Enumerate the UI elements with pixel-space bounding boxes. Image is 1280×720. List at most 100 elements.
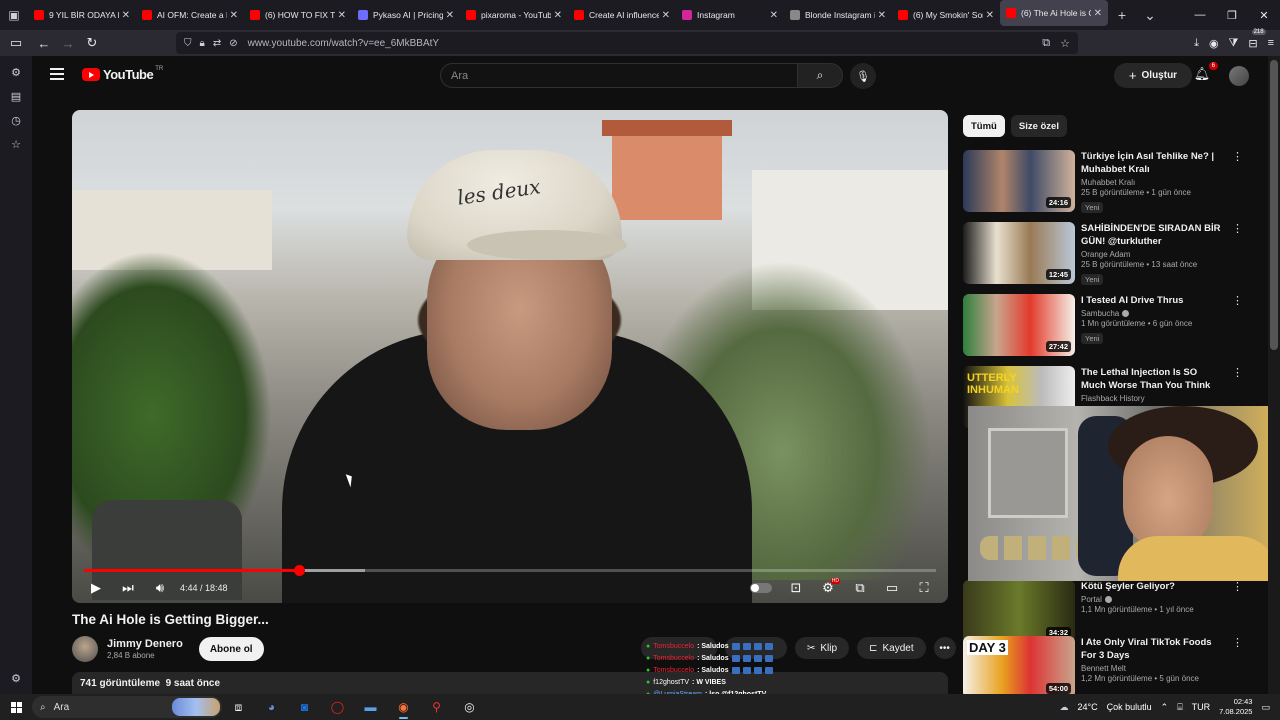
video-channel[interactable]: Bennett Melt	[1081, 664, 1126, 673]
scrollbar-thumb[interactable]	[1270, 60, 1278, 350]
more-actions-button[interactable]: •••	[933, 637, 956, 659]
tab-close-icon[interactable]: ✕	[1094, 8, 1102, 19]
progress-bar[interactable]	[84, 565, 936, 576]
close-window-button[interactable]: ✕	[1248, 0, 1280, 30]
sidebar-toggle-icon[interactable]: ▭	[4, 31, 28, 55]
fullscreen-button[interactable]: ⛶	[908, 576, 940, 600]
tray-overflow-icon[interactable]: ⌃	[1161, 702, 1169, 713]
opera-icon[interactable]: ◯	[321, 694, 354, 720]
channel-name[interactable]: Jimmy Denero	[107, 638, 183, 650]
miniplayer-button[interactable]: ⧉	[844, 576, 876, 600]
synced-tabs-icon[interactable]: ▤	[0, 84, 32, 108]
video-thumbnail[interactable]: 27:42	[963, 294, 1075, 356]
video-thumbnail[interactable]: 34:32	[963, 580, 1075, 642]
hamburger-menu-icon[interactable]	[50, 68, 64, 80]
more-options-icon[interactable]: ⋮	[1232, 580, 1243, 593]
sidebar-settings-icon[interactable]: ⚙	[0, 666, 32, 690]
volume-button[interactable]: 🔊︎	[144, 576, 176, 600]
filter-chip[interactable]: Size özel	[1010, 115, 1067, 137]
filter-chip[interactable]: Tümü	[963, 115, 1005, 137]
youtube-logo[interactable]: YouTube TR	[82, 66, 163, 82]
keyboard-language[interactable]: TUR	[1192, 702, 1211, 712]
recommended-video[interactable]: DAY 3 54:00 I Ate Only Viral TikTok Foods …	[963, 636, 1243, 694]
permissions-icon[interactable]: ⇄	[213, 38, 221, 49]
tab-close-icon[interactable]: ✕	[446, 10, 454, 21]
create-button[interactable]: + Oluştur	[1114, 63, 1192, 88]
voice-search-button[interactable]: 🎙︎	[850, 63, 876, 89]
tab-close-icon[interactable]: ✕	[122, 10, 130, 21]
video-thumbnail[interactable]: 12:45	[963, 222, 1075, 284]
video-title[interactable]: I Ate Only Viral TikTok Foods For 3 Days	[1081, 636, 1221, 662]
extensions-icon[interactable]: ⧩	[1229, 37, 1239, 50]
network-icon[interactable]: ⌸	[1177, 702, 1182, 713]
account-icon[interactable]: ◉	[1209, 37, 1219, 50]
video-title[interactable]: Türkiye İçin Asıl Tehlike Ne? | Muhabbet…	[1081, 150, 1221, 176]
recommended-video[interactable]: 27:42 I Tested AI Drive Thrus Sambucha 1 Mn…	[963, 294, 1243, 360]
shield-icon[interactable]: ⛉	[184, 38, 192, 49]
video-player[interactable]: les deux ▶ ⏭︎ 🔊︎ 4:44 / 18:48 ⊡ ⚙ HD ⧉ ▭ …	[72, 110, 948, 603]
new-tab-button[interactable]: +	[1108, 7, 1136, 23]
video-title[interactable]: I Tested AI Drive Thrus	[1081, 294, 1221, 307]
download-icon[interactable]: ⤓	[1194, 37, 1199, 50]
video-thumbnail[interactable]: 24:16	[963, 150, 1075, 212]
picture-in-picture-icon[interactable]: ⧉	[1042, 37, 1050, 50]
history-icon[interactable]: ◷	[0, 108, 32, 132]
task-view-icon[interactable]: ⧈	[222, 694, 255, 720]
tab-overflow-chevron-icon[interactable]: ⌄	[1136, 7, 1164, 24]
back-button[interactable]: ←	[32, 31, 56, 55]
video-title[interactable]: The Lethal Injection Is SO Much Worse Th…	[1081, 366, 1221, 392]
page-scrollbar[interactable]	[1268, 56, 1280, 694]
video-title[interactable]: SAHİBİNDEN'DE SIRADAN BİR GÜN! @turkluth…	[1081, 222, 1221, 248]
maps-pin-icon[interactable]: ⚲	[420, 694, 453, 720]
taskbar-search[interactable]: ⌕ Ara	[32, 696, 222, 718]
tab-close-icon[interactable]: ✕	[338, 10, 346, 21]
browser-tab[interactable]: AI OFM: Create a Pe✕	[136, 0, 244, 30]
tab-close-icon[interactable]: ✕	[770, 10, 778, 21]
notification-center-icon[interactable]: ▭	[1261, 702, 1270, 713]
scrubber-handle[interactable]	[293, 565, 305, 576]
forward-button[interactable]: →	[56, 31, 80, 55]
search-input[interactable]: Ara	[440, 63, 798, 88]
browser-tab[interactable]: Pykaso AI | Pricing ✕	[352, 0, 460, 30]
outlook-icon[interactable]: ◙	[288, 694, 321, 720]
obs-icon[interactable]: ◎	[453, 694, 486, 720]
weather-temp[interactable]: 24°C	[1078, 702, 1098, 712]
subtitles-button[interactable]: ⊡	[780, 576, 812, 600]
browser-tab[interactable]: (6) My Smokin' Son ✕	[892, 0, 1000, 30]
search-button[interactable]: ⌕	[797, 63, 843, 88]
browser-tab[interactable]: Blonde Instagram in ✕	[784, 0, 892, 30]
more-options-icon[interactable]: ⋮	[1232, 636, 1243, 649]
file-explorer-icon[interactable]: ▬	[354, 694, 387, 720]
video-channel[interactable]: Muhabbet Kralı	[1081, 178, 1135, 187]
video-thumbnail[interactable]: DAY 3 54:00	[963, 636, 1075, 694]
more-options-icon[interactable]: ⋮	[1232, 294, 1243, 307]
browser-tab[interactable]: (6) The Ai Hole is G ✕	[1000, 0, 1108, 26]
video-channel[interactable]: Sambucha	[1081, 309, 1119, 318]
url-text[interactable]: www.youtube.com/watch?v=ee_6MkBBAtY	[248, 38, 439, 49]
minimize-button[interactable]: —	[1184, 0, 1216, 30]
extension-badge-icon[interactable]: ⊟ 218	[1248, 28, 1266, 50]
browser-tab[interactable]: pixaroma - YouTube ✕	[460, 0, 568, 30]
weather-desc[interactable]: Çok bulutlu	[1107, 702, 1152, 712]
subscribe-button[interactable]: Abone ol	[198, 637, 264, 661]
bookmarks-icon[interactable]: ☆	[0, 132, 32, 156]
clock[interactable]: 02:43 7.08.2025	[1219, 697, 1252, 717]
tab-list-button[interactable]: ▣	[0, 0, 28, 30]
video-channel[interactable]: Portal	[1081, 595, 1102, 604]
ai-chatbot-icon[interactable]: ⚙︎	[0, 60, 32, 84]
start-button[interactable]	[0, 694, 32, 720]
tab-close-icon[interactable]: ✕	[662, 10, 670, 21]
browser-tab[interactable]: (6) HOW TO FIX THI✕	[244, 0, 352, 30]
tab-close-icon[interactable]: ✕	[878, 10, 886, 21]
autoplay-toggle[interactable]	[750, 583, 772, 593]
theater-mode-button[interactable]: ▭	[876, 576, 908, 600]
menu-icon[interactable]: ≡	[1268, 37, 1274, 49]
camera-permission-icon[interactable]: ⊘	[229, 38, 237, 49]
recommended-video[interactable]: 24:16 Türkiye İçin Asıl Tehlike Ne? | Muh…	[963, 150, 1243, 216]
lock-icon[interactable]: 🔒︎	[200, 38, 205, 49]
address-bar[interactable]: ⛉ 🔒︎ ⇄ ⊘ www.youtube.com/watch?v=ee_6MkB…	[176, 32, 1078, 54]
more-options-icon[interactable]: ⋮	[1232, 222, 1243, 235]
video-channel[interactable]: Flashback History	[1081, 394, 1145, 403]
channel-avatar[interactable]	[72, 636, 98, 662]
video-title[interactable]: Kötü Şeyler Geliyor?	[1081, 580, 1221, 593]
